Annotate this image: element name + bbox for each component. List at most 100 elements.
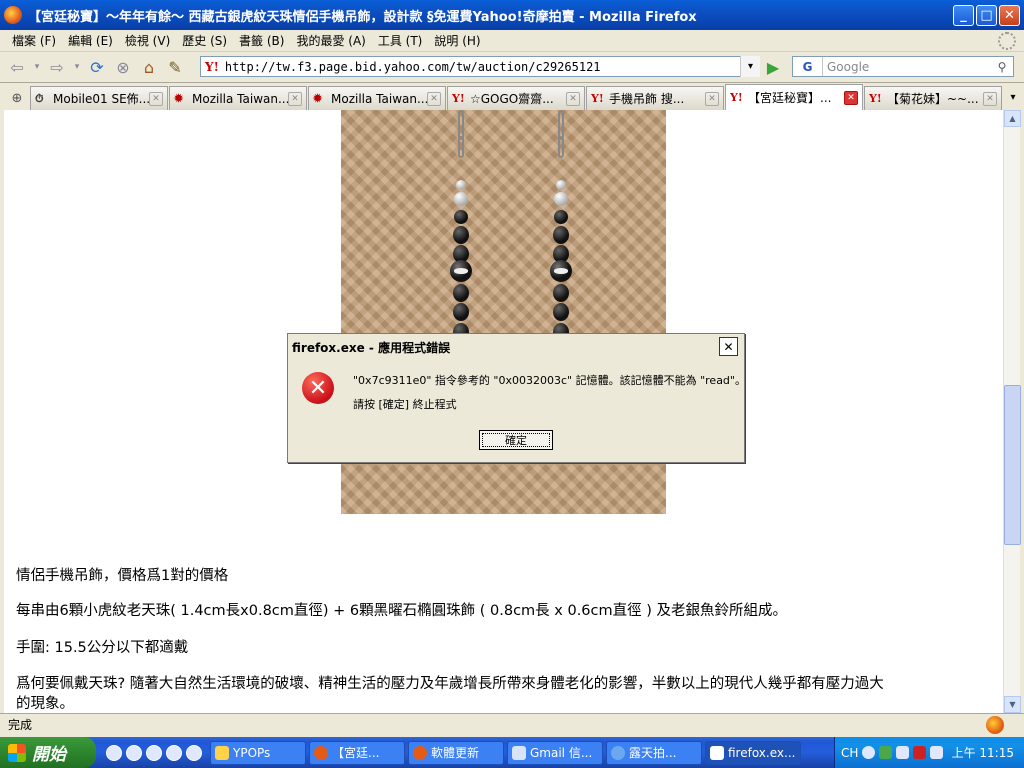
language-indicator[interactable]: CH (841, 746, 858, 760)
ok-button[interactable]: 確定 (479, 430, 553, 450)
tab-label: ☆GOGO齋齋... (470, 92, 554, 106)
menu-tools[interactable]: 工具 (T) (372, 32, 429, 49)
task-label: 軟體更新 (431, 746, 480, 760)
ie-icon[interactable] (146, 744, 162, 761)
dialog-close-icon[interactable]: ✕ (719, 337, 738, 356)
task-label: 【宮廷... (332, 746, 380, 760)
tab-mobile01[interactable]: ⏱ Mobile01 SE佈... ✕ (30, 86, 168, 110)
volume-tray-icon[interactable] (930, 746, 944, 759)
window-title: 【宮廷秘寶】～年年有餘～ 西藏古銀虎紋天珠情侶手機吊飾，設計款 §免運費Yaho… (28, 9, 697, 25)
dialog-message: "0x7c9311e0" 指令參考的 "0x0032003c" 記憶體。該記憶體… (353, 374, 746, 387)
firefox-icon (4, 6, 22, 24)
menu-bookmarks[interactable]: 書籤 (B) (233, 32, 290, 49)
media-player-icon[interactable] (106, 744, 122, 761)
title-bar[interactable]: 【宮廷秘寶】～年年有餘～ 西藏古銀虎紋天珠情侶手機吊飾，設計款 §免運費Yaho… (0, 0, 1024, 30)
reload-icon[interactable]: ⟳ (86, 56, 108, 78)
tab-list-dropdown-icon[interactable]: ▾ (1004, 86, 1022, 108)
menu-view[interactable]: 檢視 (V) (119, 32, 176, 49)
tab-mozilla-taiwan-1[interactable]: ✹ Mozilla Taiwan... ✕ (169, 86, 307, 110)
search-input[interactable]: Google (823, 60, 991, 74)
tab-palace-treasure[interactable]: Y! 【宮廷秘寶】... ✕ (725, 84, 863, 110)
task-label: firefox.ex... (728, 745, 796, 760)
search-icon[interactable]: ⚲ (991, 57, 1013, 76)
dialog-instruction: 請按 [確定] 終止程式 (353, 398, 457, 411)
tab-label: 手機吊飾 搜... (609, 92, 685, 106)
clock[interactable]: 上午 11:15 (952, 744, 1014, 761)
url-bar[interactable]: Y! http://tw.f3.page.bid.yahoo.com/tw/au… (200, 56, 760, 77)
tab-close-icon[interactable]: ✕ (983, 91, 997, 106)
status-bar: 完成 (0, 713, 1024, 735)
tab-close-icon[interactable]: ✕ (844, 90, 858, 105)
messenger-tray-icon[interactable] (879, 746, 893, 759)
tab-close-icon[interactable]: ✕ (149, 91, 163, 106)
vertical-scrollbar[interactable]: ▲ ▼ (1003, 110, 1021, 713)
search-box[interactable]: G Google ⚲ (792, 56, 1014, 77)
start-button[interactable]: 開始 (0, 737, 96, 768)
start-label: 開始 (32, 745, 66, 765)
menu-favorites[interactable]: 我的最愛 (A) (290, 32, 371, 49)
tab-label: 【宮廷秘寶】... (748, 91, 832, 105)
taskbar-item-software-update[interactable]: 軟體更新 (408, 740, 504, 765)
url-dropdown-icon[interactable]: ▾ (740, 56, 760, 77)
url-text: http://tw.f3.page.bid.yahoo.com/tw/aucti… (224, 59, 601, 74)
menu-file[interactable]: 檔案 (F) (6, 32, 62, 49)
desktop-icon[interactable] (186, 744, 202, 761)
menu-bar: 檔案 (F) 編輯 (E) 檢視 (V) 歷史 (S) 書籤 (B) 我的最愛 … (0, 30, 1024, 52)
new-tab-icon[interactable]: ⊕ (4, 86, 30, 110)
throbber-icon (998, 32, 1016, 50)
tab-phone-charm-search[interactable]: Y! 手機吊飾 搜... ✕ (586, 86, 724, 110)
menu-help[interactable]: 說明 (H) (428, 32, 486, 49)
messenger-icon[interactable] (126, 744, 142, 761)
yahoo-icon: Y! (730, 91, 743, 104)
firefox-icon (413, 745, 427, 760)
home-icon[interactable]: ⌂ (138, 56, 160, 78)
antivirus-tray-icon[interactable] (913, 746, 927, 759)
gmail-notifier-icon (512, 745, 526, 760)
taskbar-item-firefox-error[interactable]: firefox.ex... (705, 740, 801, 765)
tab-chrysanthemum[interactable]: Y! 【菊花妹】~~... ✕ (864, 86, 1002, 110)
tab-label: Mozilla Taiwan... (331, 91, 427, 106)
taskbar-item-gmail[interactable]: Gmail 信... (507, 740, 603, 765)
taskbar-item-ruten[interactable]: 露天拍... (606, 740, 702, 765)
tab-close-icon[interactable]: ✕ (427, 91, 441, 106)
tab-close-icon[interactable]: ✕ (705, 91, 719, 106)
scroll-down-icon[interactable]: ▼ (1004, 696, 1021, 713)
ie-icon (611, 745, 625, 760)
scroll-thumb[interactable] (1004, 385, 1021, 545)
yahoo-icon: Y! (452, 92, 465, 105)
taskbar-item-ypops[interactable]: YPOPs (210, 740, 306, 765)
tab-close-icon[interactable]: ✕ (288, 91, 302, 106)
taskbar-item-palace[interactable]: 【宮廷... (309, 740, 405, 765)
maximize-button[interactable]: □ (976, 4, 997, 26)
stop-icon[interactable]: ⊗ (112, 56, 134, 78)
close-button[interactable]: ✕ (999, 4, 1020, 26)
forward-icon[interactable]: ⇨ (46, 56, 68, 78)
tray-expand-icon[interactable] (862, 746, 876, 759)
task-label: 露天拍... (629, 746, 677, 760)
outlook-icon[interactable] (166, 744, 182, 761)
folder-icon (215, 745, 229, 760)
forward-dropdown-icon[interactable]: ▾ (72, 56, 82, 78)
tab-gogo[interactable]: Y! ☆GOGO齋齋... ✕ (447, 86, 585, 110)
windows-logo-icon (8, 743, 26, 762)
error-dialog: firefox.exe - 應用程式錯誤 ✕ ✕ "0x7c9311e0" 指令… (287, 333, 746, 463)
extension-icon[interactable]: ✎ (164, 56, 186, 78)
description-wrist-size: 手圍: 15.5公分以下都適戴 (16, 640, 189, 656)
menu-edit[interactable]: 編輯 (E) (62, 32, 119, 49)
menu-history[interactable]: 歷史 (S) (176, 32, 233, 49)
description-why-wear-1: 爲何要佩戴天珠? 隨著大自然生活環境的破壞、精神生活的壓力及年歲增長所帶來身體老… (16, 676, 884, 692)
scroll-up-icon[interactable]: ▲ (1004, 110, 1021, 127)
firefox-window: 【宮廷秘寶】～年年有餘～ 西藏古銀虎紋天珠情侶手機吊飾，設計款 §免運費Yaho… (0, 0, 1024, 737)
search-engine-icon[interactable]: G (793, 57, 823, 76)
go-icon[interactable]: ▶ (763, 57, 783, 77)
description-why-wear-2: 的現象。 (16, 696, 74, 712)
back-icon[interactable]: ⇦ (6, 56, 28, 78)
mozilla-icon: ✹ (313, 92, 323, 105)
system-tray: CH 上午 11:15 (834, 737, 1024, 768)
tab-mozilla-taiwan-2[interactable]: ✹ Mozilla Taiwan... ✕ (308, 86, 446, 110)
tab-close-icon[interactable]: ✕ (566, 91, 580, 106)
minimize-button[interactable]: _ (953, 4, 974, 26)
status-addon-icon[interactable] (986, 716, 1004, 734)
back-dropdown-icon[interactable]: ▾ (32, 56, 42, 78)
network-tray-icon[interactable] (896, 746, 910, 759)
